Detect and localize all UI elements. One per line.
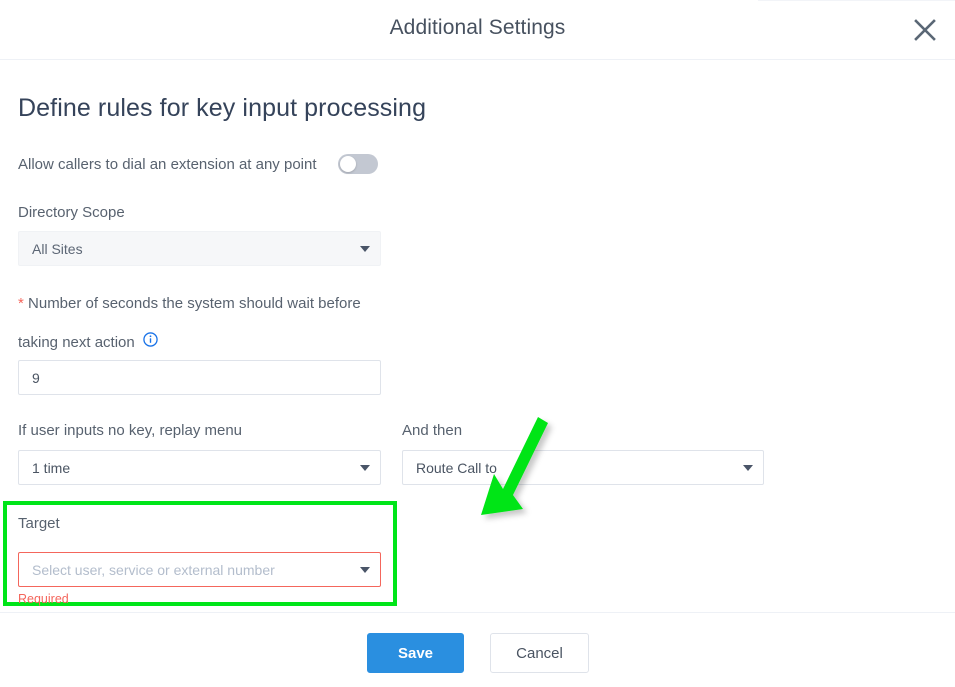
info-icon[interactable] — [143, 332, 158, 352]
wait-seconds-label-text2: taking next action — [18, 334, 135, 351]
directory-scope-value: All Sites — [32, 241, 352, 257]
modal-body: Define rules for key input processing Al… — [0, 61, 955, 612]
allow-extension-toggle[interactable] — [338, 154, 378, 174]
required-asterisk: * — [18, 295, 24, 312]
target-select[interactable]: Select user, service or external number — [18, 552, 381, 587]
header-hairline — [758, 0, 955, 1]
directory-scope-select[interactable]: All Sites — [18, 231, 381, 266]
and-then-value: Route Call to — [416, 460, 735, 476]
and-then-select[interactable]: Route Call to — [402, 450, 764, 485]
chevron-down-icon — [743, 465, 753, 471]
target-field-group: Target Select user, service or external … — [18, 515, 381, 606]
replay-menu-label: If user inputs no key, replay menu — [18, 422, 242, 439]
directory-scope-label: Directory Scope — [18, 204, 125, 221]
modal-header: Additional Settings — [0, 0, 955, 60]
page-title: Additional Settings — [0, 16, 955, 40]
wait-seconds-label-text1: Number of seconds the system should wait… — [28, 295, 361, 312]
section-heading: Define rules for key input processing — [18, 94, 426, 123]
target-placeholder: Select user, service or external number — [32, 562, 352, 578]
target-error-message: Required — [18, 592, 381, 606]
chevron-down-icon — [360, 567, 370, 573]
replay-menu-value: 1 time — [32, 460, 352, 476]
close-button[interactable] — [907, 12, 943, 48]
and-then-label: And then — [402, 422, 462, 439]
wait-seconds-value: 9 — [32, 370, 370, 386]
replay-menu-select[interactable]: 1 time — [18, 450, 381, 485]
toggle-knob — [340, 156, 356, 172]
target-label: Target — [18, 515, 381, 532]
allow-extension-label: Allow callers to dial an extension at an… — [18, 156, 317, 173]
wait-seconds-input[interactable]: 9 — [18, 360, 381, 395]
allow-extension-row: Allow callers to dial an extension at an… — [18, 154, 378, 174]
wait-seconds-label-line1: * Number of seconds the system should wa… — [18, 295, 361, 312]
chevron-down-icon — [360, 246, 370, 252]
chevron-down-icon — [360, 465, 370, 471]
modal-footer: Save Cancel — [0, 612, 955, 687]
wait-seconds-label-line2: taking next action — [18, 332, 158, 352]
save-button[interactable]: Save — [367, 633, 464, 673]
cancel-button[interactable]: Cancel — [490, 633, 589, 673]
close-icon — [913, 18, 937, 42]
